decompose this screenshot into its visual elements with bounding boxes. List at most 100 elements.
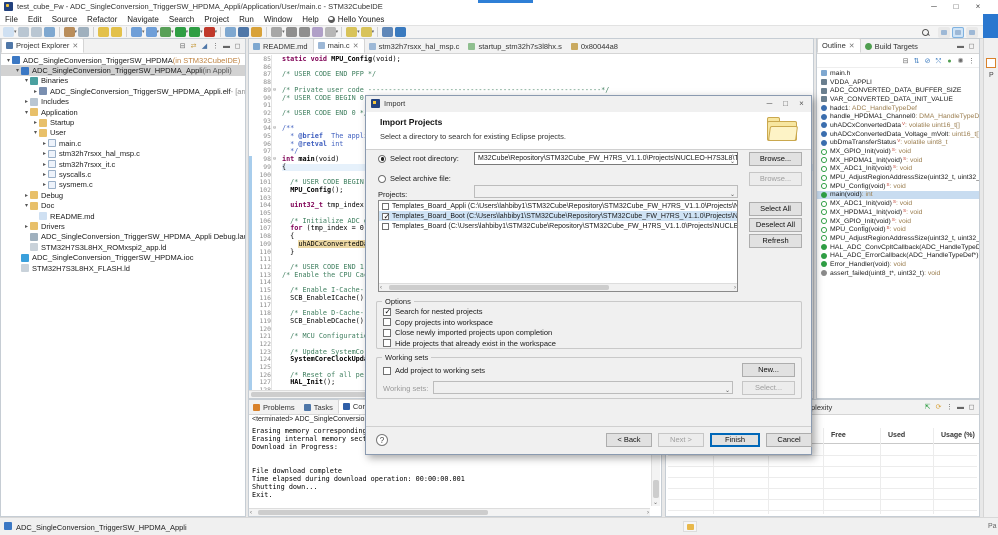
new-c-project-icon[interactable]: [131, 27, 143, 37]
minimize-button[interactable]: ─: [926, 1, 942, 12]
tree-item[interactable]: ▸ Startup: [1, 117, 245, 127]
menu-file[interactable]: File: [0, 15, 23, 24]
info-icon[interactable]: [395, 27, 407, 37]
new-cpp-project-icon-dropdown[interactable]: ▾: [157, 29, 160, 35]
select-all-button[interactable]: Select All: [749, 202, 802, 216]
dialog-minimize-button[interactable]: ─: [762, 98, 777, 110]
outline-item[interactable]: hadc1 : ADC_HandleTypeDef: [817, 104, 979, 113]
menu-refactor[interactable]: Refactor: [82, 15, 122, 24]
outline-item[interactable]: MX_HPDMA1_Init(void) S : void: [817, 156, 979, 165]
export-icon[interactable]: ⇱: [923, 403, 932, 412]
refresh-button[interactable]: Refresh: [749, 234, 802, 248]
outline-item[interactable]: HAL_ADC_ErrorCallback(ADC_HandleTypeDef*…: [817, 251, 979, 260]
forward-icon-dropdown[interactable]: ▾: [372, 29, 375, 35]
tree-item[interactable]: ▸ Drivers: [1, 221, 245, 231]
fold-marker-icon[interactable]: ⊖: [273, 156, 280, 164]
tree-item[interactable]: ▾ Application: [1, 107, 245, 117]
mark-occurrences-icon[interactable]: [271, 27, 283, 37]
sort-icon[interactable]: ⇅: [912, 57, 921, 66]
minimize-panel-icon[interactable]: ▬: [222, 42, 231, 51]
projects-list[interactable]: Templates_Board_Appli (C:\Users\lahbiby1…: [378, 200, 738, 292]
outline-item[interactable]: ADC_CONVERTED_DATA_BUFFER_SIZE: [817, 86, 979, 95]
forward-icon[interactable]: [360, 27, 372, 37]
refresh-icon[interactable]: ⟳: [934, 403, 943, 412]
tree-item[interactable]: ▸ sysmem.c: [1, 180, 245, 190]
outline-item[interactable]: uhADCxConvertedData V : volatile uint16_t…: [817, 121, 979, 130]
tree-item[interactable]: ▾ User: [1, 128, 245, 138]
root-directory-radio[interactable]: [378, 154, 386, 163]
tree-expander-icon[interactable]: ▸: [41, 181, 48, 188]
tab-project-explorer[interactable]: Project Explorer ✕: [1, 38, 85, 53]
close-tab-icon[interactable]: ✕: [353, 42, 359, 50]
hide-static-icon[interactable]: ⤲: [934, 57, 943, 66]
outline-item[interactable]: MPU_AdjustRegionAddressSize(uint32_t, ui…: [817, 234, 979, 243]
collapse-all-outline-icon[interactable]: ⊟: [901, 57, 910, 66]
save-all-icon[interactable]: [30, 27, 42, 37]
tab-problems[interactable]: Problems: [249, 401, 300, 414]
tree-item[interactable]: ▸ main.c: [1, 138, 245, 148]
outline-item[interactable]: MPU_Config(void) S : void: [817, 225, 979, 234]
outline-maximize-icon[interactable]: ◻: [967, 42, 976, 51]
new-wizard-icon-dropdown[interactable]: ▾: [14, 29, 17, 35]
tree-expander-icon[interactable]: ▸: [41, 140, 48, 147]
analyzer-view-menu-icon[interactable]: ⋮: [945, 403, 954, 412]
tree-expander-icon[interactable]: ▾: [5, 57, 12, 64]
tree-expander-icon[interactable]: ▾: [14, 67, 21, 74]
tree-item[interactable]: ▾ ADC_SingleConversion_TriggerSW_HPDMA_Ap…: [1, 65, 245, 76]
option-checkbox[interactable]: [383, 339, 391, 347]
link-editor-icon[interactable]: ⇄: [189, 42, 198, 51]
outline-item[interactable]: MX_HPDMA1_Init(void) S : void: [817, 208, 979, 217]
redo-icon[interactable]: [111, 27, 123, 37]
outline-item[interactable]: MX_ADC1_Init(void) S : void: [817, 199, 979, 208]
restore-panel-button[interactable]: [983, 14, 998, 38]
tree-item[interactable]: ADC_SingleConversion_TriggerSW_HPDMA.ioc: [1, 252, 245, 262]
search-toolbar-icon[interactable]: [225, 27, 237, 37]
close-button[interactable]: ×: [970, 1, 986, 12]
new-wizard-icon[interactable]: [3, 27, 14, 37]
finish-button[interactable]: Finish: [710, 433, 760, 447]
hide-nonpublic-icon[interactable]: ●: [945, 57, 954, 66]
editor-tab-0x80044a8[interactable]: 0x80044a8: [567, 40, 623, 53]
external-tools-icon-dropdown[interactable]: ▾: [215, 29, 218, 35]
run-icon-dropdown[interactable]: ▾: [186, 29, 189, 35]
filter-icon[interactable]: ◢: [200, 42, 209, 51]
outline-item[interactable]: HAL_ADC_ConvCpltCallback(ADC_HandleTypeD…: [817, 243, 979, 252]
outline-item[interactable]: VAR_CONVERTED_DATA_INIT_VALUE: [817, 95, 979, 104]
save-icon[interactable]: [17, 27, 29, 37]
device-config-icon[interactable]: [238, 27, 250, 37]
undo-icon[interactable]: [98, 27, 110, 37]
tree-item[interactable]: STM32H7S3L8HX_ROMxspi2_app.ld: [1, 242, 245, 252]
next-annotation-icon[interactable]: [298, 27, 310, 37]
tree-expander-icon[interactable]: ▸: [41, 161, 48, 168]
back-icon-dropdown[interactable]: ▾: [357, 29, 360, 35]
analyzer-maximize-icon[interactable]: ◻: [967, 403, 976, 412]
console-hscrollbar[interactable]: ‹ ›: [249, 508, 650, 516]
tree-expander-icon[interactable]: ▾: [32, 129, 39, 136]
maximize-panel-icon[interactable]: ◻: [233, 42, 242, 51]
outline-item[interactable]: main.h: [817, 69, 979, 78]
outline-item[interactable]: MX_GPIO_Init(void) S : void: [817, 217, 979, 226]
help-button[interactable]: ?: [376, 434, 388, 446]
new-c-project-icon-dropdown[interactable]: ▾: [142, 29, 145, 35]
add-working-sets-checkbox[interactable]: [383, 366, 391, 375]
profile-icon[interactable]: [189, 27, 201, 37]
outline-minimize-icon[interactable]: ▬: [956, 42, 965, 51]
analyzer-minimize-icon[interactable]: ▬: [956, 403, 965, 412]
tree-expander-icon[interactable]: ▸: [41, 171, 48, 178]
pin-icon[interactable]: [324, 27, 336, 37]
build-all-icon[interactable]: [78, 27, 90, 37]
menu-search[interactable]: Search: [164, 15, 199, 24]
outline-item[interactable]: assert_failed(uint8_t*, uint32_t) : void: [817, 269, 979, 278]
c-cpp-perspective-icon[interactable]: [952, 27, 964, 38]
outline-item[interactable]: main(void) : int: [817, 190, 979, 200]
search-icon[interactable]: [922, 28, 930, 37]
fold-marker-icon[interactable]: ⊖: [273, 125, 280, 133]
menu-edit[interactable]: Edit: [23, 15, 47, 24]
run-icon[interactable]: [174, 27, 186, 37]
view-menu-icon[interactable]: ⋮: [211, 42, 220, 51]
project-list-row[interactable]: Templates_Board_Appli (C:\Users\lahbiby1…: [379, 201, 737, 211]
project-checkbox[interactable]: [382, 202, 389, 210]
dialog-maximize-button[interactable]: □: [778, 98, 793, 110]
back-icon[interactable]: [346, 27, 358, 37]
archive-file-radio[interactable]: [378, 174, 386, 183]
